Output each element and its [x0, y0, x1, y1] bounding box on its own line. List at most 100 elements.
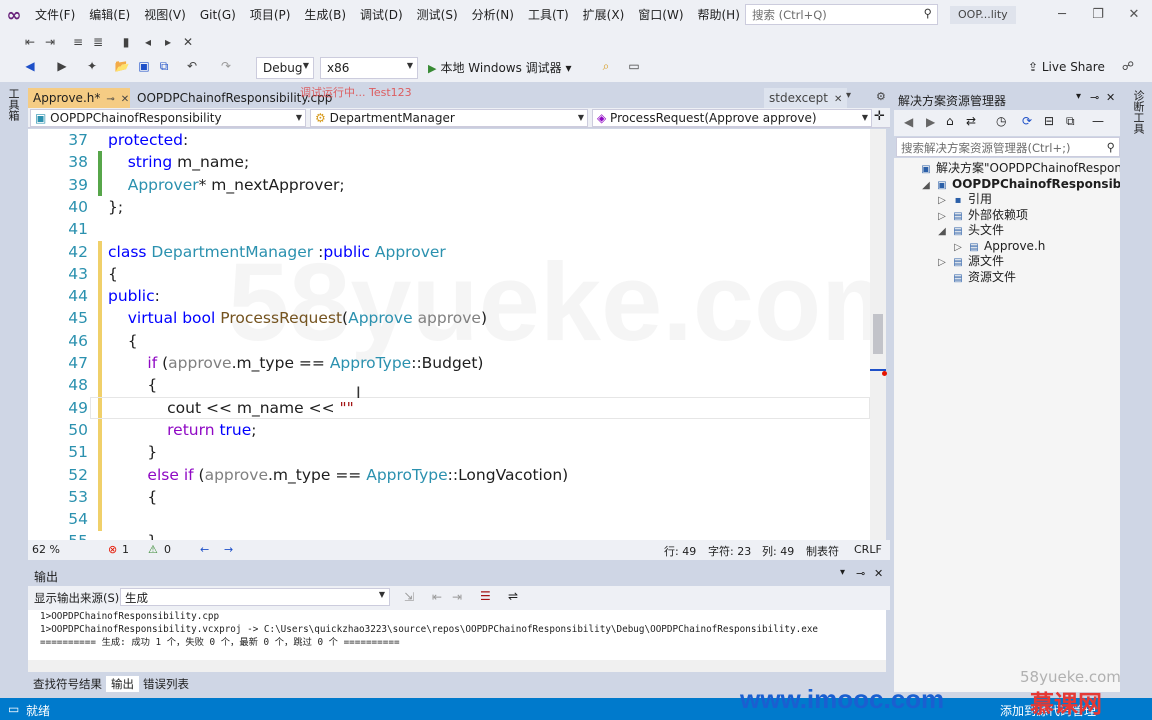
menu-item-11[interactable]: 窗口(W) [631, 0, 690, 30]
output-text[interactable]: 1>OOPDPChainofResponsibility.cpp 1>OOPDPC… [28, 610, 886, 660]
code-line[interactable]: 51 } [28, 443, 878, 465]
back-icon[interactable]: ◀ [904, 115, 913, 129]
code-line[interactable]: 46 { [28, 332, 878, 354]
tree-item[interactable]: ◢ ▤ 头文件 [936, 222, 1004, 238]
code-line[interactable]: 53 { [28, 488, 878, 510]
solution-explorer-search[interactable]: 搜索解决方案资源管理器(Ctrl+;) ⚲ [896, 137, 1120, 157]
maximize-icon[interactable]: ❐ [1080, 0, 1116, 30]
pin-icon[interactable]: ⊸ [106, 94, 114, 105]
member-dropdown[interactable]: ◈ ProcessRequest(Approve approve) ▼ [592, 109, 872, 127]
redo-icon[interactable]: ↷ [218, 58, 234, 74]
code-line[interactable]: 40}; [28, 198, 878, 220]
code-line[interactable]: 48 { [28, 376, 878, 398]
split-icon[interactable]: ✛ [874, 109, 885, 124]
output-source-select[interactable]: 生成 ▼ [120, 588, 390, 606]
zoom-level[interactable]: 62 % [32, 543, 60, 556]
code-line[interactable]: 52 else if (approve.m_type == ApproType:… [28, 466, 878, 488]
line-ending-indicator[interactable]: CRLF [854, 543, 882, 556]
close-icon[interactable]: ✕ [121, 94, 129, 105]
new-project-icon[interactable]: ✦ [84, 58, 100, 74]
code-line[interactable]: 55 } [28, 532, 878, 540]
close-icon[interactable]: ✕ [1106, 91, 1115, 104]
tree-item[interactable]: ▷ ▪ 引用 [936, 191, 992, 207]
scrollbar-thumb[interactable] [873, 314, 883, 354]
pin-icon[interactable]: ⊸ [1090, 91, 1099, 104]
pane-dropdown-icon[interactable]: ▾ [1076, 91, 1081, 102]
save-all-icon[interactable]: ⧉ [156, 58, 172, 74]
prev-message-icon[interactable]: ⇤ [432, 590, 442, 604]
expand-chevron-icon[interactable]: ◢ [936, 224, 948, 240]
save-icon[interactable]: ▣ [136, 58, 152, 74]
word-wrap-icon[interactable]: ⇌ [508, 589, 518, 603]
code-line[interactable]: 42 class DepartmentManager :public Approv… [28, 243, 878, 265]
expand-chevron-icon[interactable]: ◢ [920, 178, 932, 194]
uncomment-icon[interactable]: ≣ [90, 34, 106, 50]
forward-icon[interactable]: ▶ [926, 115, 935, 129]
code-line[interactable]: 47 if (approve.m_type == ApproType::Budg… [28, 354, 878, 376]
warning-icon[interactable]: ⚠ [148, 543, 158, 556]
tree-item[interactable]: ▷ ▤ 源文件 [936, 253, 1004, 269]
menu-item-12[interactable]: 帮助(H) [691, 0, 747, 30]
show-all-files-icon[interactable]: ⧉ [1066, 114, 1075, 129]
tab-overflow-icon[interactable]: ▾ [846, 90, 851, 101]
nav-forward-icon[interactable]: → [224, 543, 233, 556]
pending-changes-icon[interactable]: ◷ [996, 114, 1006, 128]
tab-error-list[interactable]: 错误列表 [138, 676, 194, 692]
class-dropdown[interactable]: ⚙ DepartmentManager ▼ [310, 109, 588, 127]
clear-bookmarks-icon[interactable]: ✕ [180, 34, 196, 50]
tree-item[interactable]: ▷ ▤ Approve.h [952, 238, 1045, 254]
switch-views-icon[interactable]: ⇄ [966, 114, 976, 128]
live-share-button[interactable]: ⇪ Live Share [1028, 60, 1105, 74]
menu-item-0[interactable]: 文件(F) [28, 0, 82, 30]
close-icon[interactable]: ✕ [1116, 0, 1152, 30]
screenshot-icon[interactable]: ▭ [626, 58, 642, 74]
back-icon[interactable]: ◀ [22, 58, 38, 74]
settings-icon[interactable]: ⚙ [876, 90, 886, 103]
tab-stdexcept[interactable]: stdexcept ✕ [764, 88, 848, 108]
tree-item[interactable]: ◢▣OOPDPChainofResponsibility [920, 176, 1120, 192]
code-line[interactable]: 41 [28, 220, 878, 242]
tree-item[interactable]: ▷ ▤ 外部依赖项 [936, 207, 1028, 223]
pin-icon[interactable]: ⊸ [856, 567, 865, 580]
tab-find-symbol-results[interactable]: 查找符号结果 [28, 676, 107, 692]
code-line[interactable]: 43 { [28, 265, 878, 287]
platform-select[interactable]: x86 ▼ [320, 57, 418, 79]
solution-name-badge[interactable]: OOP...lity [950, 6, 1016, 24]
tabs-indicator[interactable]: 制表符 [806, 543, 839, 559]
start-debugging-button[interactable]: ▶ 本地 Windows 调试器 ▾ [428, 57, 572, 79]
code-line[interactable]: 39 Approver* m_nextApprover; [28, 176, 878, 198]
editor-scrollbar[interactable] [870, 129, 887, 540]
format-icon[interactable]: ⇥ [42, 34, 58, 50]
menu-item-6[interactable]: 调试(D) [353, 0, 410, 30]
tree-item[interactable]: ▣解决方案"OOPDPChainofResponsibility [904, 160, 1120, 176]
diagnostic-tools-tab[interactable]: 诊断工具 [1132, 90, 1146, 134]
collapse-all-icon[interactable]: ⊟ [1044, 114, 1054, 128]
error-icon[interactable]: ⊗ [108, 543, 117, 556]
properties-icon[interactable]: — [1092, 114, 1104, 128]
clear-all-icon[interactable]: ☰ [480, 589, 491, 603]
menu-item-3[interactable]: Git(G) [193, 0, 243, 30]
code-line[interactable]: 44 public: [28, 287, 878, 309]
align-icon[interactable]: ⇤ [22, 34, 38, 50]
undo-icon[interactable]: ↶ [184, 58, 200, 74]
menu-item-1[interactable]: 编辑(E) [82, 0, 137, 30]
tree-item[interactable]: ▤ 资源文件 [936, 269, 1016, 285]
tab-output[interactable]: 输出 [106, 676, 139, 692]
error-count[interactable]: 1 [122, 543, 129, 556]
prev-bookmark-icon[interactable]: ◂ [140, 34, 156, 50]
next-bookmark-icon[interactable]: ▸ [160, 34, 176, 50]
project-dropdown[interactable]: ▣ OOPDPChainofResponsibility ▼ [30, 109, 306, 127]
menu-item-8[interactable]: 分析(N) [465, 0, 521, 30]
close-icon[interactable]: ✕ [834, 94, 842, 105]
code-line[interactable]: 45 virtual bool ProcessRequest(Approve a… [28, 309, 878, 331]
code-line[interactable]: 50 return true; [28, 421, 878, 443]
code-line[interactable]: 49 cout << m_name << "" [28, 399, 878, 421]
close-icon[interactable]: ✕ [874, 567, 883, 580]
configuration-select[interactable]: Debug ▼ [256, 57, 314, 79]
find-message-icon[interactable]: ⇲ [404, 590, 414, 604]
search-input[interactable]: 搜索 (Ctrl+Q) ⚲ [745, 4, 938, 25]
bookmark-icon[interactable]: ▮ [118, 34, 134, 50]
nav-back-icon[interactable]: ← [200, 543, 209, 556]
code-line[interactable]: 38 string m_name; [28, 153, 878, 175]
find-in-files-icon[interactable]: ⌕ [598, 58, 614, 74]
